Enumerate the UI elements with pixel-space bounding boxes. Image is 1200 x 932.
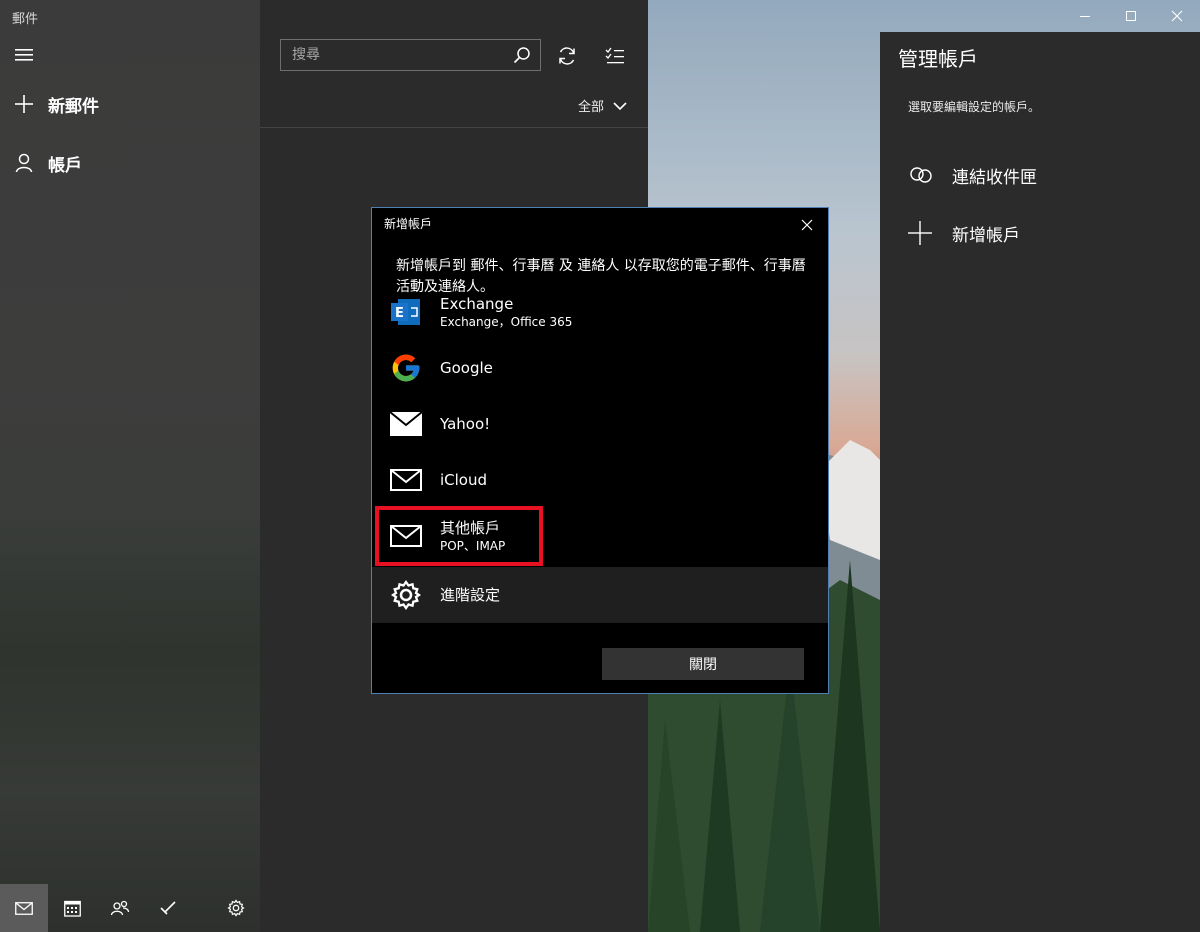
account-option-yahoo[interactable]: Yahoo! [372, 396, 828, 452]
minimize-button[interactable] [1062, 0, 1108, 32]
search-input[interactable] [281, 46, 504, 64]
new-mail-label: 新郵件 [48, 96, 99, 117]
accounts-button[interactable]: 帳戶 [0, 143, 260, 183]
search-button[interactable] [504, 46, 540, 64]
account-option-google[interactable]: Google [372, 340, 828, 396]
gear-icon [372, 580, 440, 610]
hamburger-menu-button[interactable] [0, 35, 260, 75]
close-button[interactable]: 關閉 [602, 648, 804, 680]
account-name: 進階設定 [440, 585, 501, 604]
add-account-dialog: 新增帳戶 新增帳戶到 郵件、行事曆 及 連絡人 以存取您的電子郵件、行事曆活動及… [371, 207, 829, 694]
account-name: iCloud [440, 470, 488, 489]
search-box [280, 39, 541, 71]
account-option-icloud[interactable]: iCloud [372, 452, 828, 508]
settings-button[interactable] [212, 884, 260, 932]
highlight-box [375, 506, 543, 566]
calendar-icon [63, 900, 81, 917]
svg-text:E: E [395, 306, 404, 321]
account-option-advanced-settings[interactable]: 進階設定 [372, 567, 828, 623]
people-icon [110, 900, 130, 916]
manage-accounts-panel: 管理帳戶 選取要編輯設定的帳戶。 連結收件匣 新增帳戶 [880, 32, 1200, 932]
close-icon [801, 219, 813, 231]
selection-mode-button[interactable] [603, 44, 627, 68]
sync-button[interactable] [555, 44, 579, 68]
plus-icon [908, 221, 952, 245]
window-controls [1040, 0, 1200, 32]
link-inboxes-button[interactable]: 連結收件匣 [908, 157, 1198, 193]
mail-icon [15, 901, 33, 915]
account-desc: Exchange，Office 365 [440, 314, 573, 329]
plus-icon [0, 95, 48, 113]
chevron-down-icon [613, 101, 627, 110]
account-name: Exchange [440, 294, 514, 313]
maximize-button[interactable] [1108, 0, 1154, 32]
link-icon [908, 166, 952, 184]
close-icon [1171, 10, 1183, 22]
manage-accounts-subtitle: 選取要編輯設定的帳戶。 [908, 100, 1041, 114]
add-account-button[interactable]: 新增帳戶 [908, 215, 1198, 251]
google-icon [372, 352, 440, 384]
left-navigation: 郵件 新郵件 帳戶 [0, 0, 260, 932]
filter-dropdown[interactable]: 全部 [578, 96, 627, 115]
filter-label: 全部 [578, 100, 605, 115]
sync-icon [559, 47, 575, 65]
person-icon [0, 153, 48, 173]
select-list-icon [605, 47, 624, 64]
hamburger-icon [0, 48, 48, 62]
link-inboxes-label: 連結收件匣 [952, 167, 1037, 188]
mail-filled-icon [372, 412, 440, 436]
todo-check-icon [160, 901, 176, 915]
accounts-label: 帳戶 [48, 155, 82, 176]
people-switch-button[interactable] [96, 884, 144, 932]
list-divider [260, 127, 648, 128]
todo-switch-button[interactable] [144, 884, 192, 932]
manage-accounts-title: 管理帳戶 [898, 47, 978, 71]
account-name: Google [440, 358, 493, 377]
mail-switch-button[interactable] [0, 884, 48, 932]
account-option-exchange[interactable]: E Exchange Exchange，Office 365 [372, 294, 828, 340]
new-mail-button[interactable]: 新郵件 [0, 84, 260, 124]
dialog-description: 新增帳戶到 郵件、行事曆 及 連絡人 以存取您的電子郵件、行事曆活動及連絡人。 [396, 258, 806, 295]
minimize-icon [1080, 16, 1090, 17]
calendar-switch-button[interactable] [48, 884, 96, 932]
gear-icon [227, 899, 245, 917]
add-account-label: 新增帳戶 [952, 225, 1020, 246]
close-window-button[interactable] [1154, 0, 1200, 32]
exchange-icon: E [372, 296, 440, 328]
maximize-icon [1126, 11, 1136, 21]
search-icon [513, 47, 530, 64]
dialog-title: 新增帳戶 [384, 217, 433, 231]
dialog-close-x-button[interactable] [796, 214, 818, 236]
bottom-app-bar [0, 884, 260, 932]
account-name: Yahoo! [440, 414, 491, 433]
app-title: 郵件 [12, 12, 39, 27]
account-type-list: E Exchange Exchange，Office 365 Google Ya… [372, 294, 828, 624]
mail-outline-icon [372, 469, 440, 491]
